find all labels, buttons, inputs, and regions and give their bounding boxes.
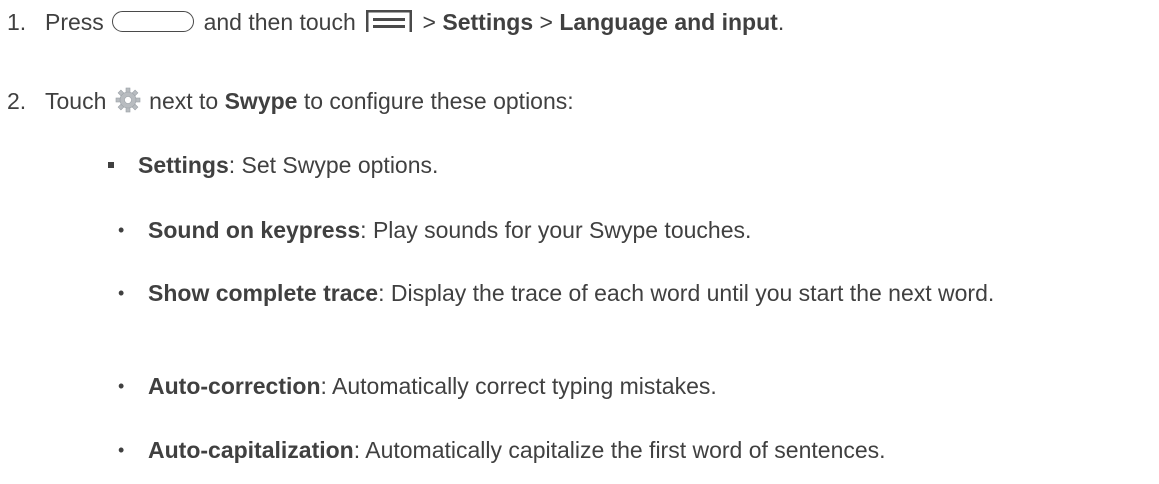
bullet-icon: • [118,440,125,460]
option-item: • Auto-capitalization: Automatically cap… [118,436,1148,464]
separator: > [422,9,436,35]
settings-item: Settings: Set Swype options. [108,151,438,179]
settings-item-desc: : Set Swype options. [228,152,439,178]
menu-key-icon [366,10,413,32]
configure-text: to configure these options: [303,88,574,114]
option-label: Auto-correction [148,373,321,399]
bullet-icon: • [118,376,125,396]
square-bullet-icon [108,162,114,168]
home-key-icon [112,11,195,32]
option-item: • Auto-correction: Automatically correct… [118,372,1148,400]
settings-label: Settings [442,9,534,35]
press-text: Press [45,9,104,35]
option-desc: : Display the trace of each word until y… [378,280,995,306]
option-item: • Sound on keypress: Play sounds for you… [118,216,1148,244]
step-number: 2. [7,88,27,114]
bullet-icon: • [118,283,125,303]
option-desc: : Automatically capitalize the first wor… [353,437,886,463]
touch-text: Touch [45,88,107,114]
language-input-label: Language and input [559,9,778,35]
next-to-text: next to [149,88,219,114]
period: . [777,9,785,35]
step-2: 2. Touch next to Swype to configure these… [7,87,574,115]
option-desc: : Play sounds for your Swype touches. [360,217,752,243]
option-desc: : Automatically correct typing mistakes. [320,373,717,399]
then-touch-text: and then touch [203,9,356,35]
option-item: • Show complete trace: Display the trace… [118,279,1148,307]
swype-label: Swype [224,88,298,114]
option-label: Show complete trace [148,280,379,306]
separator: > [539,9,553,35]
step-number: 1. [7,9,27,35]
settings-item-label: Settings [138,152,229,178]
bullet-icon: • [118,220,125,240]
instructions-page: 1. Press and then touch > Settings > Lang… [0,0,1159,484]
step-1: 1. Press and then touch > Settings > Lang… [7,8,784,36]
option-label: Auto-capitalization [148,437,354,463]
option-label: Sound on keypress [148,217,361,243]
gear-icon [115,87,141,113]
